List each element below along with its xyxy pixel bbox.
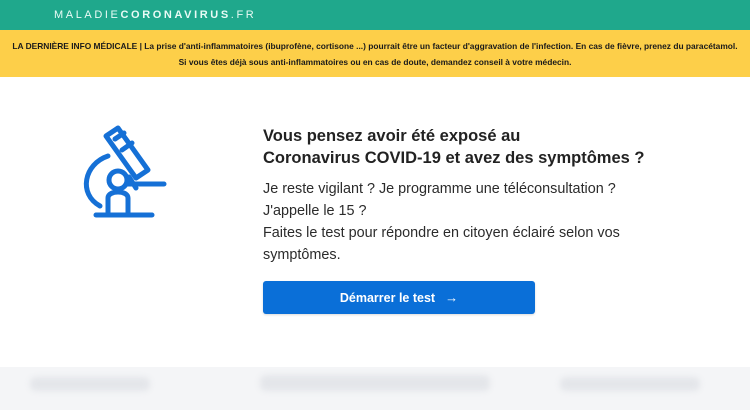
- headline-line-2: Coronavirus COVID-19 et avez des symptôm…: [263, 149, 645, 167]
- headline-line-1: Vous pensez avoir été exposé au: [263, 127, 521, 145]
- start-test-button[interactable]: Démarrer le test →: [263, 281, 535, 314]
- site-logo[interactable]: MALADIECORONAVIRUS.FR: [54, 8, 256, 22]
- arrow-right-icon: →: [445, 290, 459, 305]
- page-headline: Vous pensez avoir été exposé au Coronavi…: [263, 125, 683, 169]
- brand-part-maladie: MALADIE: [54, 9, 121, 21]
- brand-part-coronavirus: CORONAVIRUS: [120, 9, 231, 21]
- intro-line-2: J'appelle le 15 ?: [263, 203, 367, 219]
- page: MALADIECORONAVIRUS.FR LA DERNIÈRE INFO M…: [0, 0, 750, 410]
- start-test-label: Démarrer le test: [339, 290, 436, 305]
- intro-text: Je reste vigilant ? Je programme une tél…: [263, 178, 683, 266]
- main-content: Vous pensez avoir été exposé au Coronavi…: [0, 77, 750, 367]
- banner-line-2: Si vous êtes déjà sous anti-inflammatoir…: [178, 57, 572, 67]
- blurred-footer: [0, 367, 750, 410]
- blurred-block: [30, 377, 150, 391]
- blurred-block: [260, 375, 490, 391]
- brand-part-suffix: .FR: [230, 9, 257, 21]
- banner-line-1: LA DERNIÈRE INFO MÉDICALE | La prise d'a…: [12, 41, 738, 51]
- blurred-block: [560, 377, 700, 391]
- intro-line-4: symptômes.: [263, 247, 341, 263]
- top-bar: MALADIECORONAVIRUS.FR: [0, 0, 750, 30]
- intro-line-3: Faites le test pour répondre en citoyen …: [263, 225, 620, 241]
- intro-line-1: Je reste vigilant ? Je programme une tél…: [263, 181, 616, 197]
- medical-info-banner: LA DERNIÈRE INFO MÉDICALE | La prise d'a…: [0, 30, 750, 77]
- microscope-icon: [83, 125, 167, 218]
